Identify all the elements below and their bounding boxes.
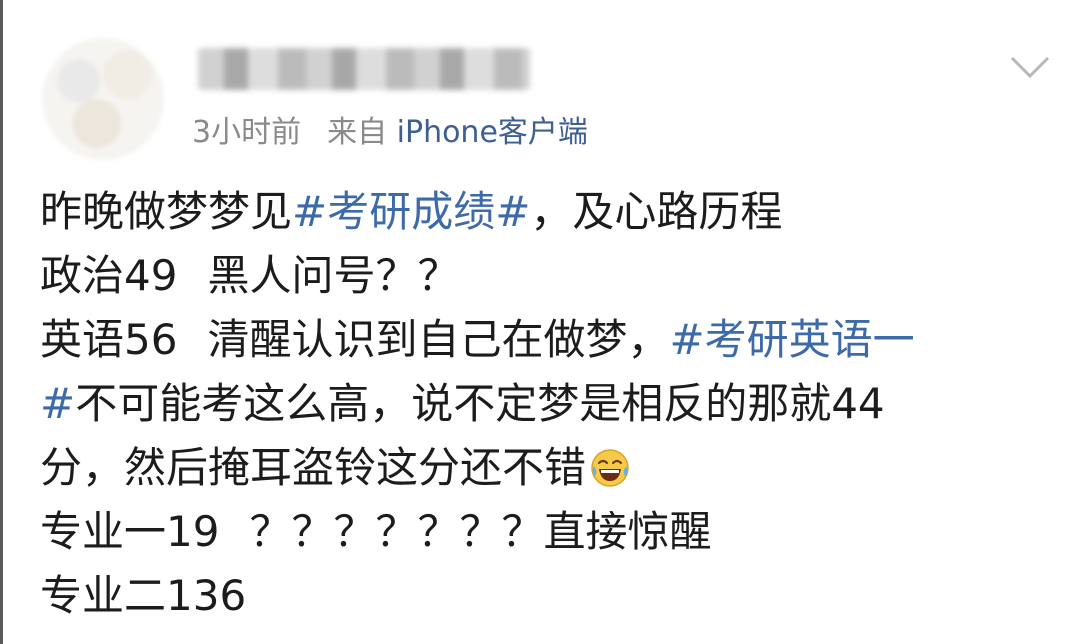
text-segment: 昨晚做梦梦见 [40,187,293,236]
text-segment: ？？？？？？？直接惊醒 [249,507,712,556]
source-prefix: 来自 [327,115,388,150]
content-line: 昨晚做梦梦见#考研成绩#，及心路历程 [40,180,1050,244]
text-segment: 英语56 [40,315,178,364]
hashtag-link-end[interactable]: # [40,379,75,428]
hashtag-link[interactable]: #考研成绩# [292,187,530,236]
text-segment: ，及心路历程 [530,187,783,236]
text-segment: 清醒认识到自己在做梦， [207,315,670,364]
laugh-cry-emoji-icon [591,449,629,487]
avatar[interactable] [42,38,164,160]
text-segment: 黑人问号？？ [207,251,460,300]
text-segment: 政治49 [40,251,178,300]
device-source[interactable]: iPhone客户端 [397,115,588,150]
content-line: #不可能考这么高，说不定梦是相反的那就44 [40,372,1050,436]
content-line: 专业一19 ？？？？？？？直接惊醒 [40,500,1050,564]
chevron-down-icon[interactable] [1008,52,1052,82]
text-segment: 专业二136 [40,571,247,620]
username-blurred[interactable] [198,48,530,90]
content-line: 英语56 清醒认识到自己在做梦，#考研英语一 [40,308,1050,372]
text-segment: 不可能考这么高，说不定梦是相反的那就44 [75,379,885,428]
content-line: 专业二136 [40,564,1050,628]
text-segment: 分，然后掩耳盗铃这分还不错 [40,443,587,492]
hashtag-link[interactable]: #考研英语一 [669,315,914,364]
post-meta: 3小时前 来自 iPhone客户端 [192,113,588,153]
post-time: 3小时前 [192,115,302,150]
content-line: 分，然后掩耳盗铃这分还不错 [40,436,1050,500]
text-segment: 专业一19 [40,507,220,556]
content-line: 政治49 黑人问号？？ [40,244,1050,308]
post-content: 昨晚做梦梦见#考研成绩#，及心路历程 政治49 黑人问号？？ 英语56 清醒认识到自… [40,180,1050,628]
window-edge [0,0,3,644]
